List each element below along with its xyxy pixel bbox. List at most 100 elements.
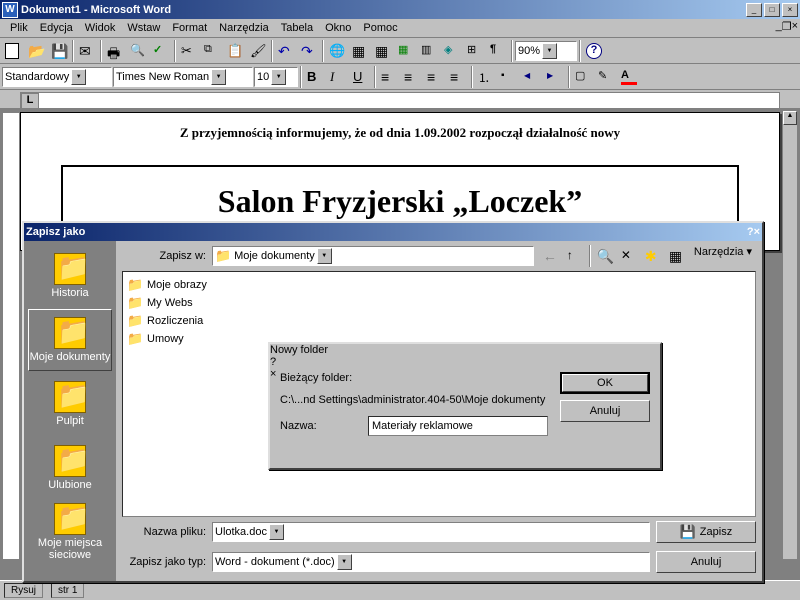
spellcheck-button[interactable] (150, 40, 172, 62)
place-desktop[interactable]: Pulpit (28, 373, 112, 435)
vertical-scrollbar[interactable]: ▲ (782, 110, 798, 560)
font-color-button[interactable] (618, 66, 640, 88)
new-folder-title: Nowy folder (270, 344, 328, 356)
bold-button[interactable] (304, 66, 326, 88)
hyperlink-button[interactable] (326, 40, 348, 62)
align-right-button[interactable] (424, 66, 446, 88)
menu-narzedzia[interactable]: Narzędzia (213, 20, 275, 36)
menu-format[interactable]: Format (166, 20, 213, 36)
font-size-combo[interactable]: 10▼ (254, 67, 298, 87)
bullet-list-button[interactable] (498, 66, 520, 88)
mdi-close-button[interactable]: × (792, 20, 798, 33)
undo-button[interactable] (275, 40, 297, 62)
print-button[interactable] (104, 40, 126, 62)
increase-indent-button[interactable] (544, 66, 566, 88)
menu-pomoc[interactable]: Pomoc (357, 20, 403, 36)
back-button[interactable] (540, 245, 562, 267)
draw-tab[interactable]: Rysuj (4, 583, 43, 598)
columns-button[interactable] (418, 40, 440, 62)
desktop-icon (54, 381, 86, 413)
new-folder-button[interactable] (642, 245, 664, 267)
save-in-label: Zapisz w: (122, 250, 206, 262)
minimize-button[interactable]: _ (746, 3, 762, 17)
border-button[interactable] (572, 66, 594, 88)
print-preview-button[interactable] (127, 40, 149, 62)
save-in-combo[interactable]: Moje dokumenty▼ (212, 246, 534, 266)
list-item[interactable]: Rozliczenia (127, 312, 751, 330)
list-item[interactable]: My Webs (127, 294, 751, 312)
close-button[interactable]: × (782, 3, 798, 17)
menu-tabela[interactable]: Tabela (275, 20, 319, 36)
views-button[interactable] (666, 245, 688, 267)
current-folder-path: C:\...nd Settings\administrator.404-50\M… (280, 394, 548, 406)
redo-button[interactable] (298, 40, 320, 62)
format-painter-button[interactable] (247, 40, 269, 62)
mdi-restore-button[interactable]: ❐ (782, 20, 792, 33)
highlight-button[interactable] (595, 66, 617, 88)
save-file-button[interactable]: Zapisz (656, 521, 756, 543)
paste-button[interactable] (224, 40, 246, 62)
places-bar: Historia Moje dokumenty Pulpit Ulubione … (24, 241, 116, 581)
place-favorites[interactable]: Ulubione (28, 437, 112, 499)
align-justify-button[interactable] (447, 66, 469, 88)
menu-okno[interactable]: Okno (319, 20, 357, 36)
zoom-combo[interactable]: 90%▼ (515, 41, 577, 61)
mail-button[interactable] (76, 40, 98, 62)
font-combo[interactable]: Times New Roman▼ (113, 67, 253, 87)
folder-icon (127, 277, 143, 293)
style-combo[interactable]: Standardowy▼ (2, 67, 112, 87)
align-center-button[interactable] (401, 66, 423, 88)
place-history[interactable]: Historia (28, 245, 112, 307)
maximize-button[interactable]: □ (764, 3, 780, 17)
folder-name-input[interactable] (368, 416, 548, 436)
save-as-title: Zapisz jako (26, 226, 85, 238)
italic-button[interactable] (327, 66, 349, 88)
doc-map-button[interactable] (464, 40, 486, 62)
list-item[interactable]: Moje obrazy (127, 276, 751, 294)
drawing-button[interactable] (441, 40, 463, 62)
tools-menu[interactable]: Narzędzia ▾ (690, 245, 756, 267)
filename-combo[interactable]: Ulotka.doc▼ (212, 522, 650, 542)
menu-plik[interactable]: Plik (4, 20, 34, 36)
tables-borders-button[interactable] (349, 40, 371, 62)
cancel-button[interactable]: Anuluj (560, 400, 650, 422)
filetype-combo[interactable]: Word - dokument (*.doc)▼ (212, 552, 650, 572)
favorites-icon (54, 445, 86, 477)
vertical-ruler[interactable] (2, 112, 20, 560)
menu-wstaw[interactable]: Wstaw (121, 20, 166, 36)
place-mydocs[interactable]: Moje dokumenty (28, 309, 112, 371)
numbered-list-button[interactable] (475, 66, 497, 88)
show-para-button[interactable] (487, 40, 509, 62)
scroll-up-button[interactable]: ▲ (783, 111, 797, 125)
status-page: str 1 (51, 583, 84, 598)
help-button[interactable] (583, 40, 605, 62)
copy-button[interactable] (201, 40, 223, 62)
cut-button[interactable] (178, 40, 200, 62)
align-left-button[interactable] (378, 66, 400, 88)
decrease-indent-button[interactable] (521, 66, 543, 88)
up-one-level-button[interactable] (564, 245, 586, 267)
menu-edycja[interactable]: Edycja (34, 20, 79, 36)
insert-table-button[interactable] (372, 40, 394, 62)
search-web-button[interactable] (594, 245, 616, 267)
menu-bar: Plik Edycja Widok Wstaw Format Narzędzia… (0, 19, 800, 38)
delete-button[interactable] (618, 245, 640, 267)
folder-icon (127, 295, 143, 311)
standard-toolbar: 90%▼ (0, 38, 800, 64)
underline-button[interactable] (350, 66, 372, 88)
menu-widok[interactable]: Widok (79, 20, 122, 36)
cancel-save-button[interactable]: Anuluj (656, 551, 756, 573)
open-button[interactable] (25, 40, 47, 62)
ok-button[interactable]: OK (560, 372, 650, 394)
dialog-toolbar: Narzędzia ▾ (540, 245, 756, 267)
filetype-label: Zapisz jako typ: (122, 556, 206, 568)
new-doc-button[interactable] (2, 40, 24, 62)
new-folder-titlebar: Nowy folder ? × (270, 344, 660, 362)
insert-excel-button[interactable] (395, 40, 417, 62)
save-button[interactable] (48, 40, 70, 62)
doc-intro-line: Z przyjemnością informujemy, że od dnia … (61, 125, 739, 141)
app-title: Dokument1 - Microsoft Word (21, 4, 744, 16)
save-as-close-button[interactable]: × (754, 226, 760, 238)
save-as-help-button[interactable]: ? (747, 226, 754, 238)
place-network[interactable]: Moje miejsca sieciowe (28, 501, 112, 563)
